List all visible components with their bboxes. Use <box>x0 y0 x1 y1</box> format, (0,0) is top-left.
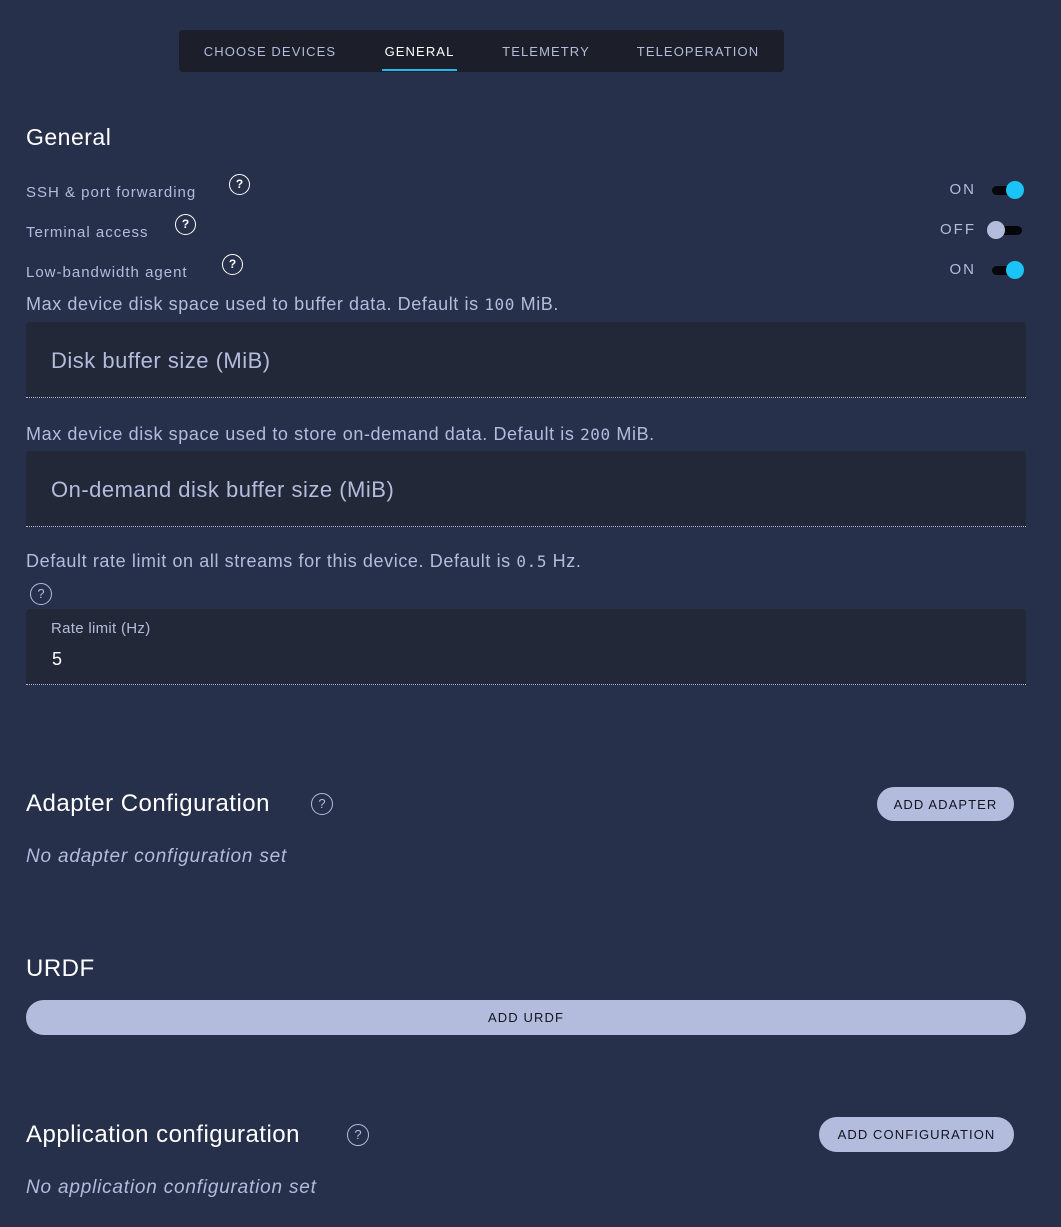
ssh-toggle-switch[interactable] <box>990 180 1024 200</box>
tab-teleoperation[interactable]: TELEOPERATION <box>636 30 760 72</box>
on-demand-buffer-hint: Max device disk space used to store on-d… <box>26 424 655 445</box>
tab-choose-devices[interactable]: CHOOSE DEVICES <box>203 30 337 72</box>
help-icon[interactable]: ? <box>30 583 52 605</box>
default-value: 0.5 <box>516 552 548 571</box>
rate-limit-input[interactable]: Rate limit (Hz) 5 <box>26 609 1026 685</box>
help-icon[interactable]: ? <box>229 174 250 195</box>
switch-thumb <box>987 221 1005 239</box>
low-bandwidth-toggle-switch[interactable] <box>990 260 1024 280</box>
hint-text: Max device disk space used to store on-d… <box>26 424 581 444</box>
add-adapter-button[interactable]: ADD ADAPTER <box>877 787 1014 821</box>
default-value: 100 <box>484 295 516 314</box>
adapter-configuration-heading: Adapter Configuration <box>26 790 270 817</box>
general-heading: General <box>26 124 112 150</box>
help-icon[interactable]: ? <box>311 793 333 815</box>
hint-text: Max device disk space used to buffer dat… <box>26 294 485 314</box>
ssh-port-forwarding-label: SSH & port forwarding <box>26 184 197 201</box>
add-configuration-button[interactable]: ADD CONFIGURATION <box>819 1117 1014 1152</box>
disk-buffer-size-input[interactable]: Disk buffer size (MiB) <box>26 322 1026 398</box>
device-settings-page: CHOOSE DEVICES GENERAL TELEMETRY TELEOPE… <box>0 0 1061 1227</box>
help-icon[interactable]: ? <box>222 254 243 275</box>
ssh-toggle-state: ON <box>949 181 976 198</box>
hint-unit: Hz. <box>547 551 582 571</box>
rate-limit-label: Rate limit (Hz) <box>51 620 151 637</box>
help-icon[interactable]: ? <box>175 214 196 235</box>
terminal-toggle-switch[interactable] <box>987 220 1024 240</box>
low-bandwidth-toggle-state: ON <box>949 261 976 278</box>
on-demand-buffer-size-input[interactable]: On-demand disk buffer size (MiB) <box>26 451 1026 527</box>
urdf-heading: URDF <box>26 955 95 982</box>
add-urdf-button[interactable]: ADD URDF <box>26 1000 1026 1035</box>
terminal-access-label: Terminal access <box>26 224 149 241</box>
hint-text: Default rate limit on all streams for th… <box>26 551 517 571</box>
help-icon[interactable]: ? <box>347 1124 369 1146</box>
low-bandwidth-agent-label: Low-bandwidth agent <box>26 264 188 281</box>
terminal-toggle-state: OFF <box>940 221 976 238</box>
application-empty-message: No application configuration set <box>26 1177 317 1198</box>
adapter-empty-message: No adapter configuration set <box>26 846 288 867</box>
on-demand-buffer-placeholder: On-demand disk buffer size (MiB) <box>51 477 395 502</box>
tab-bar: CHOOSE DEVICES GENERAL TELEMETRY TELEOPE… <box>179 30 784 72</box>
tab-general[interactable]: GENERAL <box>382 30 457 72</box>
rate-limit-value: 5 <box>52 649 63 669</box>
application-configuration-heading: Application configuration <box>26 1121 301 1148</box>
hint-unit: MiB. <box>610 424 655 444</box>
switch-thumb <box>1006 261 1024 279</box>
rate-limit-hint: Default rate limit on all streams for th… <box>26 551 581 572</box>
switch-thumb <box>1006 181 1024 199</box>
tab-telemetry[interactable]: TELEMETRY <box>501 30 591 72</box>
default-value: 200 <box>580 425 611 444</box>
disk-buffer-placeholder: Disk buffer size (MiB) <box>51 348 271 373</box>
hint-unit: MiB. <box>515 294 560 314</box>
disk-buffer-hint: Max device disk space used to buffer dat… <box>26 294 559 315</box>
